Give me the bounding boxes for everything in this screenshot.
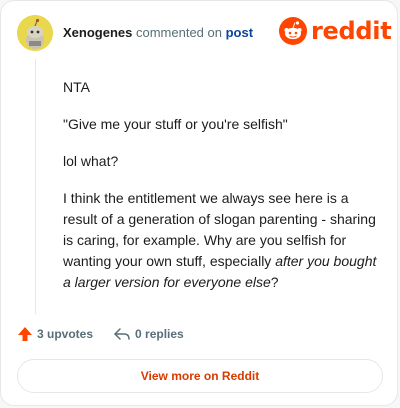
reply-count: 0 replies [135, 327, 184, 341]
thread-line [35, 59, 36, 314]
view-more-button[interactable]: View more on Reddit [17, 359, 383, 393]
embedded-comment-card: Xenogenes commented on post reddit NTA "… [0, 0, 398, 406]
username-link[interactable]: Xenogenes [63, 25, 132, 40]
reply-icon [114, 328, 130, 340]
snoo-avatar-icon [17, 15, 53, 51]
upvote-button[interactable]: 3 upvotes [17, 326, 93, 342]
post-link[interactable]: post [226, 25, 253, 40]
comment-header: Xenogenes commented on post [63, 25, 253, 41]
comment-actions: 3 upvotes 0 replies [17, 326, 184, 342]
comment-paragraph-2: "Give me your stuff or you're selfish" [63, 116, 288, 132]
comment-paragraph-4: I think the entitlement we always see he… [63, 188, 381, 293]
upvote-count: 3 upvotes [37, 327, 94, 341]
reddit-wordmark: reddit [311, 17, 392, 45]
action-text: commented on [135, 25, 222, 40]
reddit-snoo-icon [279, 17, 307, 45]
comment-text-end: ? [270, 274, 279, 290]
reply-button[interactable]: 0 replies [113, 326, 184, 342]
comment-paragraph-1: NTA [63, 79, 90, 95]
user-avatar[interactable] [17, 15, 53, 51]
upvote-arrow-icon [18, 327, 32, 341]
view-more-label: View more on Reddit [140, 369, 260, 383]
comment-body: NTA "Give me your stuff or you're selfis… [63, 77, 381, 309]
comment-paragraph-3: lol what? [63, 153, 119, 169]
reddit-logo[interactable]: reddit [279, 17, 392, 45]
